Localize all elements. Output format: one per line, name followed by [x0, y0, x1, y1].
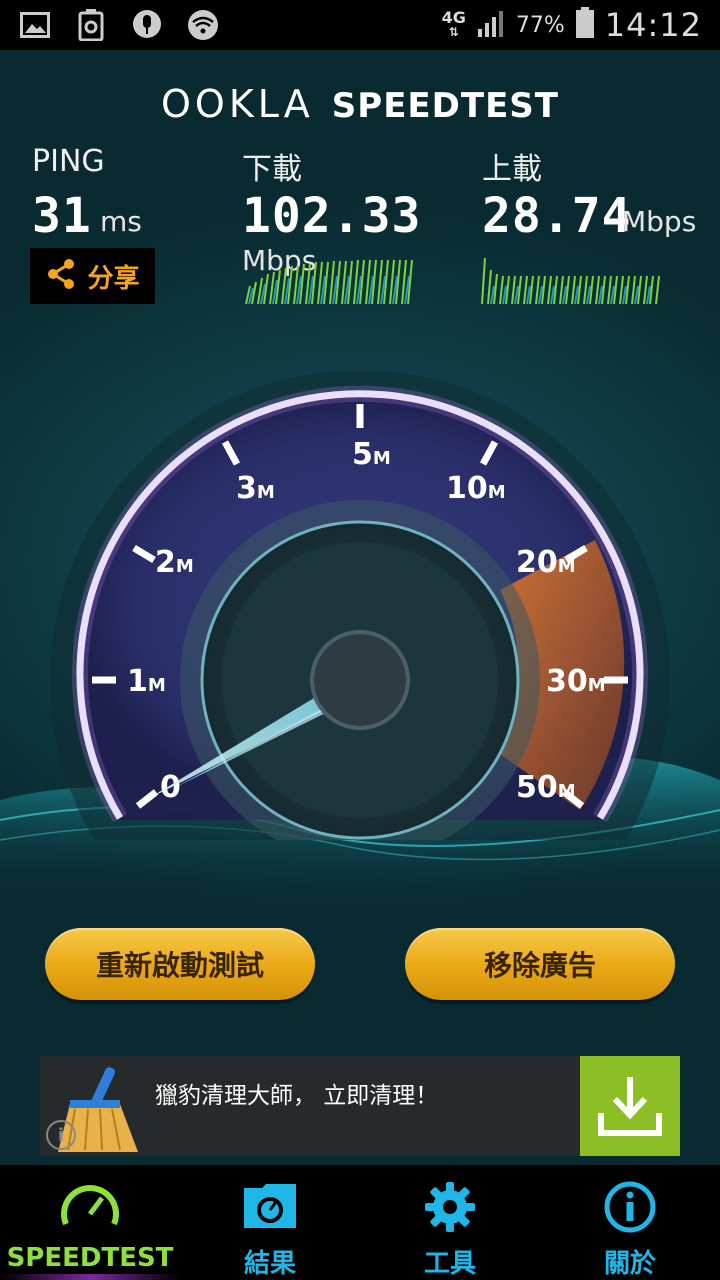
speed-gauge: 0 1M 2M 3M 5M 10M 20M 30M 50M — [50, 370, 670, 840]
info-icon — [603, 1180, 657, 1238]
remove-ads-button[interactable]: 移除廣告 — [405, 928, 675, 1000]
network-type: 4G ⇅ — [441, 8, 466, 40]
nav-tools-label: 工具 — [423, 1249, 476, 1279]
speedometer-icon — [60, 1180, 120, 1234]
wifi-icon — [186, 8, 220, 42]
upload-sparkline — [481, 257, 660, 305]
microphone-icon — [130, 8, 164, 42]
download-value: 102.33 — [242, 188, 422, 244]
ad-banner[interactable]: i 獵豹清理大師， 立即清理！ — [40, 1056, 680, 1156]
image-icon — [18, 8, 52, 42]
brand-speedtest: SPEEDTEST — [331, 86, 559, 126]
ad-download-button[interactable] — [580, 1056, 680, 1156]
bottom-nav: SPEEDTEST 結果 工具 關於 — [0, 1165, 720, 1280]
nav-speedtest-label: SPEEDTEST — [6, 1243, 174, 1273]
nav-about[interactable]: 關於 — [540, 1165, 720, 1280]
upload-unit: Mbps — [622, 205, 697, 238]
ping-unit: ms — [100, 205, 142, 238]
brand-header: OOKLA SPEEDTEST — [0, 82, 720, 126]
download-icon — [598, 1077, 662, 1136]
ad-text: 獵豹清理大師， 立即清理！ — [155, 1083, 439, 1109]
battery-percent: 77% — [515, 12, 565, 38]
gauge-hub — [310, 630, 410, 730]
share-button[interactable]: 分享 — [30, 248, 155, 304]
upload-value: 28.74 — [482, 188, 632, 244]
ping-label: PING — [32, 144, 105, 179]
nav-about-label: 關於 — [603, 1249, 656, 1279]
nav-tools[interactable]: 工具 — [360, 1165, 540, 1280]
status-bar: 4G ⇅ 77% 14:12 — [0, 0, 720, 50]
battery-icon — [575, 7, 595, 43]
nav-speedtest[interactable]: SPEEDTEST — [0, 1165, 180, 1280]
brand-ookla: OOKLA — [161, 82, 314, 126]
gear-icon — [423, 1180, 477, 1238]
upload-label: 上載 — [482, 152, 542, 187]
download-label: 下載 — [242, 152, 302, 187]
clock: 14:12 — [604, 6, 702, 44]
signal-icon — [476, 9, 506, 41]
results-folder-icon — [242, 1180, 298, 1234]
speedtest-screen: 4G ⇅ 77% 14:12 OOKLA SPEEDTEST PING 31 ms… — [0, 0, 720, 1280]
nav-results-label: 結果 — [243, 1249, 296, 1279]
recycle-icon — [74, 8, 108, 42]
nav-results[interactable]: 結果 — [180, 1165, 360, 1280]
share-label: 分享 — [87, 263, 140, 294]
share-icon — [45, 258, 77, 294]
restart-test-button[interactable]: 重新啟動測試 — [45, 928, 315, 1000]
ad-info-icon[interactable]: i — [46, 1120, 76, 1150]
download-sparkline — [245, 259, 413, 305]
ping-value: 31 — [32, 188, 92, 244]
